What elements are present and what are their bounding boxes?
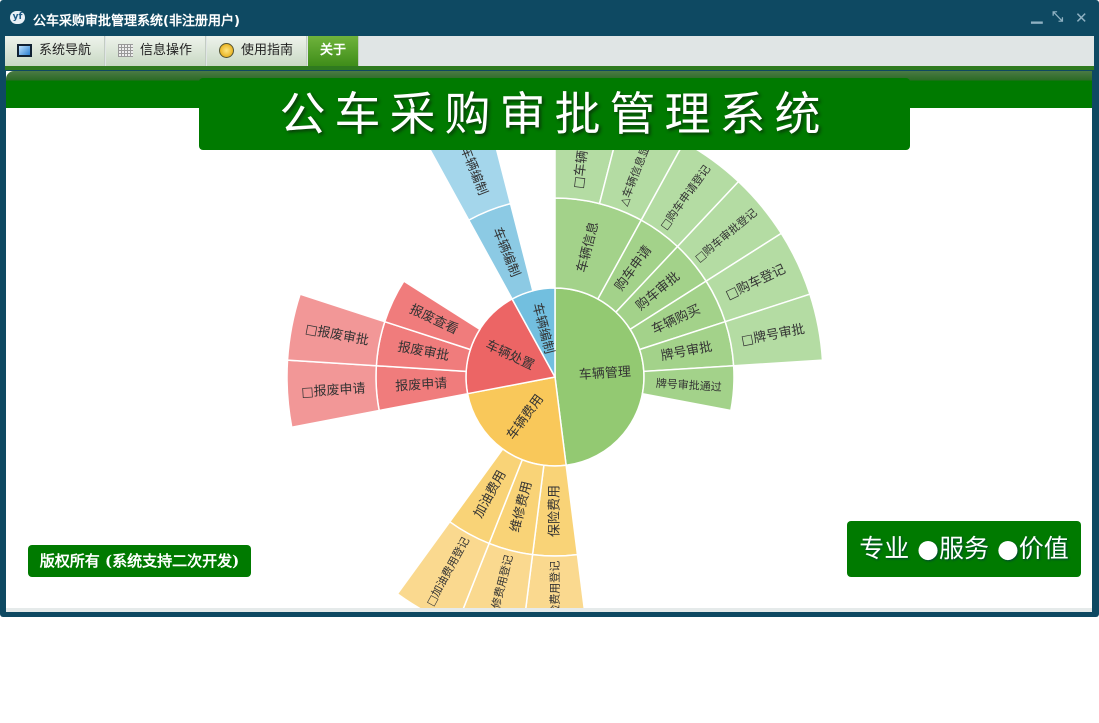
- minimize-icon[interactable]: ▁: [1031, 6, 1043, 24]
- tab-bar: 系统导航 信息操作 使用指南 关于: [5, 36, 1094, 66]
- tab-label: 使用指南: [241, 43, 294, 58]
- about-panel: 公车采购审批管理系统 车辆管理 车辆信息 □车辆信息 △车辆信息显示 购车申请 □购车申请…: [6, 71, 1092, 612]
- title-bar: yf 公车采购审批管理系统(非注册用户) ▁ ⤡ ✕: [0, 0, 1099, 36]
- tab-label: 关于: [320, 43, 347, 58]
- copyright-badge: 版权所有 (系统支持二次开发): [28, 545, 251, 577]
- tab-info-ops[interactable]: 信息操作: [106, 36, 206, 66]
- help-icon: [219, 43, 234, 58]
- sunburst-label: 保险费用: [548, 485, 563, 537]
- window-title: 公车采购审批管理系统(非注册用户): [33, 14, 240, 29]
- tab-label: 信息操作: [140, 43, 193, 58]
- sunburst-label: □保险费用登记: [548, 561, 562, 612]
- grid-icon: [118, 44, 133, 57]
- bottom-border: [6, 608, 1092, 612]
- tab-underline: [5, 66, 1094, 70]
- tab-label: 系统导航: [39, 43, 92, 58]
- app-window: yf 公车采购审批管理系统(非注册用户) ▁ ⤡ ✕ 系统导航 信息操作 使用指…: [0, 0, 1099, 617]
- tab-about[interactable]: 关于: [308, 36, 359, 66]
- sunburst-label: 车辆管理: [578, 364, 631, 383]
- monitor-icon: [17, 44, 32, 57]
- slogan-badge: 专业 ●服务 ●价值: [847, 521, 1081, 577]
- close-icon[interactable]: ✕: [1075, 9, 1088, 27]
- system-title-banner: 公车采购审批管理系统: [199, 78, 910, 150]
- tab-system-nav[interactable]: 系统导航: [5, 36, 105, 66]
- app-logo-icon: yf: [10, 11, 25, 24]
- restore-icon[interactable]: ⤡: [1052, 9, 1063, 25]
- sunburst-label: 报废申请: [395, 375, 448, 394]
- tab-user-guide[interactable]: 使用指南: [207, 36, 307, 66]
